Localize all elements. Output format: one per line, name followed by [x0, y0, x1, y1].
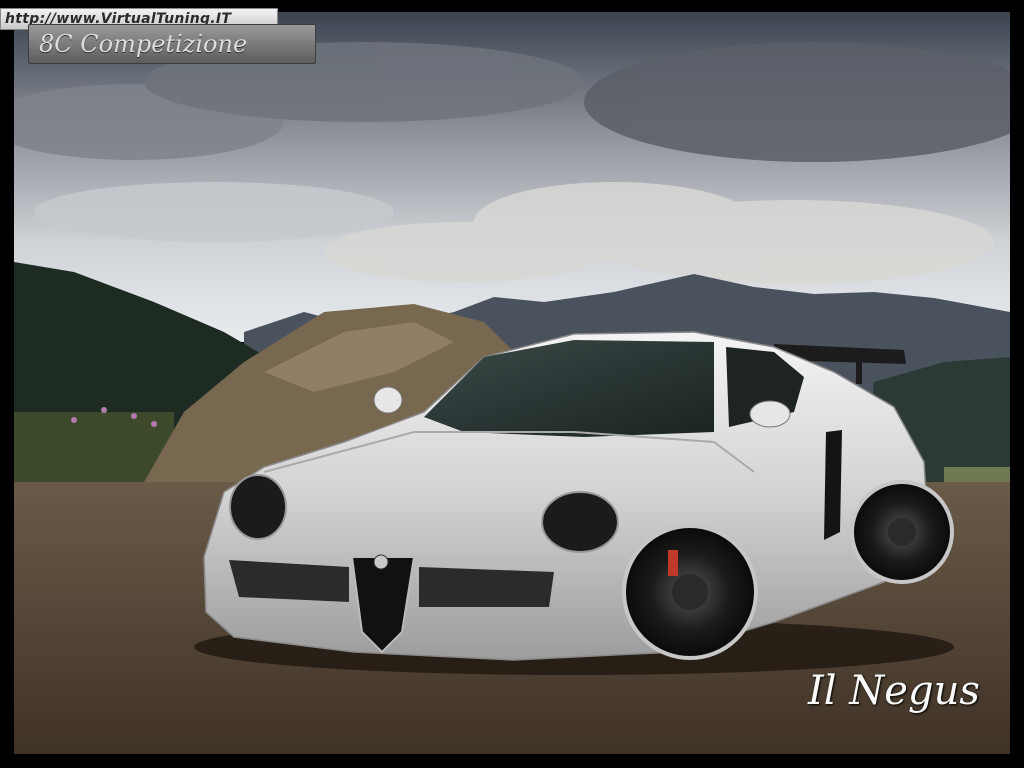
- artist-signature: Il Negus: [808, 668, 980, 714]
- scene-illustration: [14, 12, 1010, 754]
- photo-frame: http://www.VirtualTuning.IT 8C Competizi…: [0, 0, 1024, 768]
- model-name-logo: 8C Competizione: [28, 24, 316, 64]
- photo-scene: [14, 12, 1010, 754]
